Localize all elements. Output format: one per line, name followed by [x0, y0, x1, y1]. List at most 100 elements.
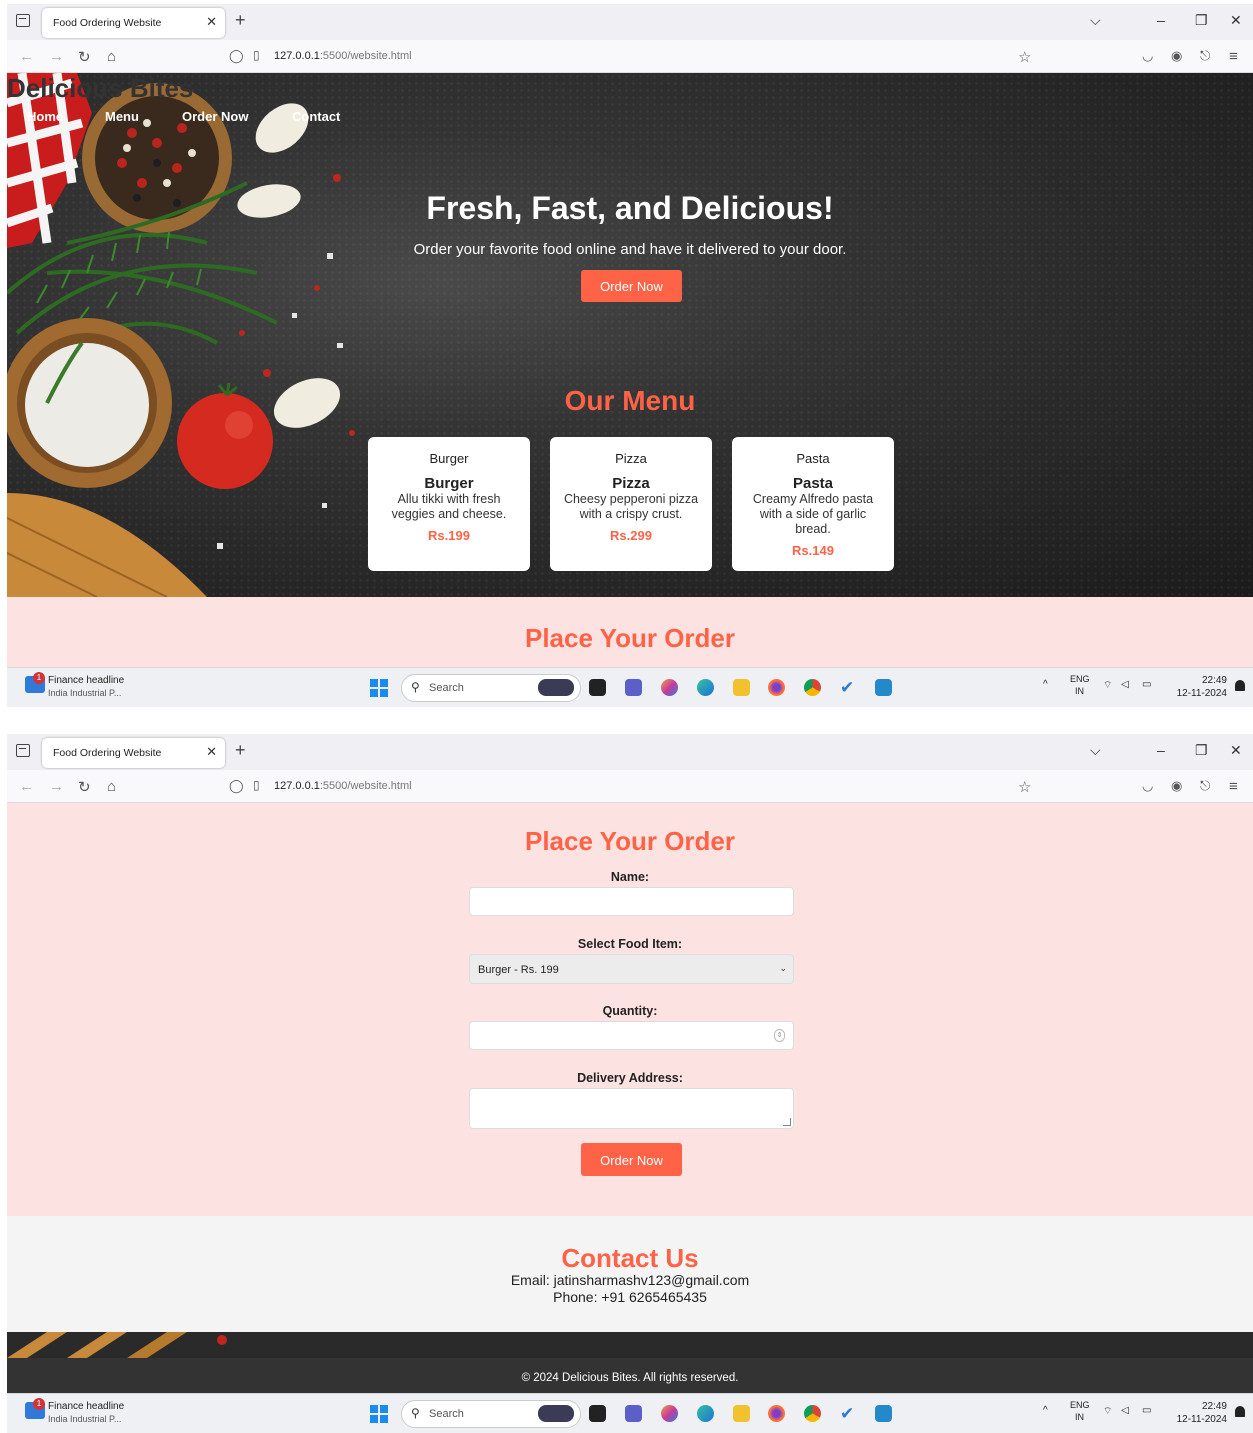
contact-section: Contact Us Email: jatinsharmashv123@gmai… — [7, 1216, 1253, 1332]
taskbar: 1 Finance headline India Industrial P...… — [7, 1393, 1253, 1433]
new-tab-icon[interactable]: + — [235, 10, 246, 31]
taskbar-clock[interactable]: 22:49 12-11-2024 — [1177, 1400, 1227, 1426]
order-title: Place Your Order — [524, 623, 736, 653]
shield-icon[interactable]: ◯ — [229, 48, 244, 64]
firefox-app-icon[interactable] — [768, 1405, 785, 1422]
site-logo[interactable]: Delicious Bites — [7, 73, 193, 104]
file-explorer-icon[interactable] — [733, 679, 750, 696]
tray-chevron-icon[interactable]: ^ — [1043, 1405, 1048, 1416]
menu-item-price: Rs.199 — [428, 528, 470, 543]
tab-list-icon[interactable] — [16, 14, 30, 27]
news-title[interactable]: Finance headline — [48, 1401, 124, 1412]
terminal-app-icon[interactable] — [589, 1405, 606, 1422]
url-bar[interactable]: 127.0.0.1:5500/website.html — [274, 50, 412, 62]
lang-top[interactable]: ENG — [1070, 674, 1090, 684]
windows-start-icon[interactable] — [370, 1405, 388, 1423]
hero-order-button[interactable]: Order Now — [581, 270, 682, 302]
teams-app-icon[interactable] — [625, 1405, 642, 1422]
firefox-app-icon[interactable] — [768, 679, 785, 696]
stepper-arrows-icon[interactable]: ⇕ — [774, 1029, 785, 1042]
restore-icon[interactable]: ❐ — [1195, 742, 1208, 759]
notification-bell-icon[interactable] — [1235, 1406, 1245, 1417]
browser-tab[interactable]: Food Ordering Website ✕ — [42, 738, 225, 768]
close-tab-icon[interactable]: ✕ — [206, 14, 217, 30]
account-icon[interactable]: ◉ — [1171, 48, 1182, 64]
food-select-value: Burger - Rs. 199 — [478, 964, 559, 976]
back-icon[interactable]: ← — [19, 48, 34, 65]
hero-title: Fresh, Fast, and Delicious! — [426, 190, 834, 226]
home-icon[interactable]: ⌂ — [107, 778, 116, 795]
submit-order-button[interactable]: Order Now — [581, 1143, 682, 1176]
terminal-app-icon[interactable] — [589, 679, 606, 696]
wifi-icon[interactable]: ⌔ — [1103, 1405, 1112, 1418]
close-tab-icon[interactable]: ✕ — [206, 744, 217, 760]
volume-icon[interactable]: ◁ — [1121, 679, 1129, 690]
name-input[interactable] — [469, 887, 794, 916]
close-window-icon[interactable]: ✕ — [1230, 742, 1242, 759]
copilot-widget-icon[interactable] — [538, 1405, 574, 1422]
address-textarea[interactable] — [469, 1088, 794, 1129]
notification-bell-icon[interactable] — [1235, 680, 1245, 691]
tab-list-icon[interactable] — [16, 744, 30, 757]
vscode-app-icon[interactable] — [875, 679, 892, 696]
menu-icon[interactable]: ≡ — [1229, 778, 1238, 795]
reload-icon[interactable]: ↻ — [78, 778, 91, 796]
nav-link-menu[interactable]: Menu — [105, 109, 139, 124]
tab-overflow-chevron-icon[interactable]: ⌵ — [1090, 12, 1101, 29]
vscode-app-icon[interactable] — [875, 1405, 892, 1422]
chrome-app-icon[interactable] — [804, 679, 821, 696]
menu-item-desc: Creamy Alfredo pasta with a side of garl… — [752, 492, 874, 536]
resize-handle-icon[interactable] — [783, 1118, 791, 1126]
back-icon[interactable]: ← — [19, 778, 34, 795]
pocket-icon[interactable]: ◡ — [1142, 778, 1153, 794]
quantity-stepper[interactable]: ⇕ — [469, 1021, 794, 1050]
new-tab-icon[interactable]: + — [235, 740, 246, 761]
bookmark-star-icon[interactable]: ☆ — [1018, 48, 1031, 66]
nav-link-home[interactable]: Home — [27, 109, 63, 124]
search-icon: ⚲ — [411, 680, 420, 694]
pocket-icon[interactable]: ◡ — [1142, 48, 1153, 64]
minimize-icon[interactable]: – — [1157, 12, 1165, 28]
teams-app-icon[interactable] — [625, 679, 642, 696]
food-select[interactable]: Burger - Rs. 199 ⌄ — [469, 954, 794, 984]
edge-app-icon[interactable] — [697, 1405, 714, 1422]
nav-link-order-now[interactable]: Order Now — [182, 109, 248, 124]
url-bar[interactable]: 127.0.0.1:5500/website.html — [274, 780, 412, 792]
todo-app-icon[interactable]: ✔ — [840, 679, 857, 696]
restore-icon[interactable]: ❐ — [1195, 12, 1208, 29]
home-icon[interactable]: ⌂ — [107, 48, 116, 65]
copilot-app-icon[interactable] — [661, 679, 678, 696]
edge-app-icon[interactable] — [697, 679, 714, 696]
file-explorer-icon[interactable] — [733, 1405, 750, 1422]
battery-icon[interactable]: ▭ — [1142, 1405, 1151, 1416]
browser-tab[interactable]: Food Ordering Website ✕ — [42, 8, 225, 38]
windows-start-icon[interactable] — [370, 679, 388, 697]
copilot-widget-icon[interactable] — [538, 679, 574, 696]
wifi-icon[interactable]: ⌔ — [1103, 679, 1112, 692]
copilot-app-icon[interactable] — [661, 1405, 678, 1422]
nav-link-contact[interactable]: Contact — [292, 109, 340, 124]
forward-icon[interactable]: → — [49, 778, 64, 795]
news-title[interactable]: Finance headline — [48, 675, 124, 686]
chrome-app-icon[interactable] — [804, 1405, 821, 1422]
news-subtitle: India Industrial P... — [48, 1414, 122, 1424]
minimize-icon[interactable]: – — [1157, 742, 1165, 758]
battery-icon[interactable]: ▭ — [1142, 679, 1151, 690]
taskbar-search-label: Search — [429, 1408, 464, 1420]
todo-app-icon[interactable]: ✔ — [840, 1405, 857, 1422]
taskbar-clock[interactable]: 22:49 12-11-2024 — [1177, 674, 1227, 700]
account-icon[interactable]: ◉ — [1171, 778, 1182, 794]
reload-icon[interactable]: ↻ — [78, 48, 91, 66]
menu-icon[interactable]: ≡ — [1229, 48, 1238, 65]
tray-chevron-icon[interactable]: ^ — [1043, 679, 1048, 690]
bookmark-star-icon[interactable]: ☆ — [1018, 778, 1031, 796]
close-window-icon[interactable]: ✕ — [1230, 12, 1242, 29]
lang-top[interactable]: ENG — [1070, 1400, 1090, 1410]
tab-overflow-chevron-icon[interactable]: ⌵ — [1090, 742, 1101, 759]
extensions-icon[interactable]: ⎋ — [1200, 778, 1210, 794]
extensions-icon[interactable]: ⎋ — [1200, 48, 1210, 64]
volume-icon[interactable]: ◁ — [1121, 1405, 1129, 1416]
shield-icon[interactable]: ◯ — [229, 778, 244, 794]
forward-icon[interactable]: → — [49, 48, 64, 65]
news-badge: 1 — [33, 672, 45, 684]
